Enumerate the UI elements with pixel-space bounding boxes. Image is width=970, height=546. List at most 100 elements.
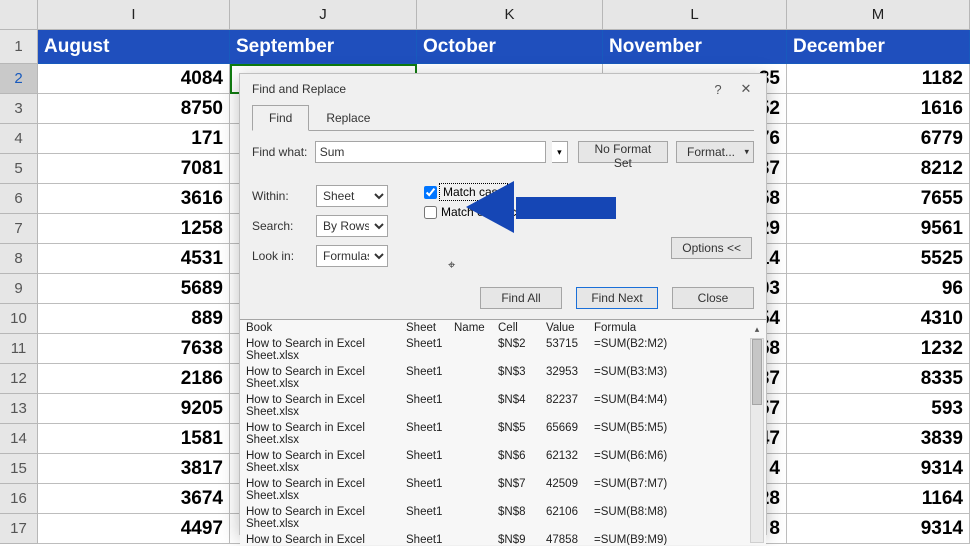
- header-cell[interactable]: December: [787, 30, 970, 64]
- within-select[interactable]: Sheet: [316, 185, 388, 207]
- within-label: Within:: [252, 189, 316, 203]
- results-row[interactable]: How to Search in Excel Sheet.xlsxSheet1$…: [240, 392, 766, 420]
- row-header[interactable]: 16: [0, 484, 38, 514]
- scrollbar-thumb[interactable]: [752, 339, 762, 405]
- row-header[interactable]: 10: [0, 304, 38, 334]
- close-icon[interactable]: ✕: [732, 81, 760, 97]
- row-header[interactable]: 12: [0, 364, 38, 394]
- dialog-titlebar[interactable]: Find and Replace ? ✕: [240, 74, 766, 104]
- cell[interactable]: 7638: [38, 334, 230, 364]
- close-button[interactable]: Close: [672, 287, 754, 309]
- cell[interactable]: 1581: [38, 424, 230, 454]
- results-row[interactable]: How to Search in Excel Sheet.xlsxSheet1$…: [240, 504, 766, 532]
- th-cell[interactable]: Cell: [498, 322, 546, 334]
- cell[interactable]: 8335: [787, 364, 970, 394]
- th-value[interactable]: Value: [546, 322, 594, 334]
- row-header[interactable]: 9: [0, 274, 38, 304]
- tab-find[interactable]: Find: [252, 105, 309, 131]
- th-book[interactable]: Book: [246, 322, 406, 334]
- cell[interactable]: 8212: [787, 154, 970, 184]
- col-header-j[interactable]: J: [230, 0, 417, 30]
- lookin-label: Look in:: [252, 249, 316, 263]
- tab-replace[interactable]: Replace: [309, 105, 387, 131]
- row-header[interactable]: 7: [0, 214, 38, 244]
- row-header[interactable]: 4: [0, 124, 38, 154]
- cell[interactable]: 96: [787, 274, 970, 304]
- cell[interactable]: 2186: [38, 364, 230, 394]
- row-header-1[interactable]: 1: [0, 30, 38, 64]
- cell[interactable]: 1616: [787, 94, 970, 124]
- row-header[interactable]: 8: [0, 244, 38, 274]
- cell[interactable]: 7655: [787, 184, 970, 214]
- cell[interactable]: 1164: [787, 484, 970, 514]
- header-cell[interactable]: August: [38, 30, 230, 64]
- row-header[interactable]: 2: [0, 64, 38, 94]
- cell[interactable]: 9314: [787, 454, 970, 484]
- header-cell[interactable]: November: [603, 30, 787, 64]
- th-formula[interactable]: Formula: [594, 322, 760, 334]
- results-cell-book: How to Search in Excel Sheet.xlsx: [246, 450, 406, 474]
- col-header-k[interactable]: K: [417, 0, 603, 30]
- cell[interactable]: 9561: [787, 214, 970, 244]
- header-cell[interactable]: October: [417, 30, 603, 64]
- results-row[interactable]: How to Search in Excel Sheet.xlsxSheet1$…: [240, 420, 766, 448]
- lookin-select[interactable]: Formulas: [316, 245, 388, 267]
- cell[interactable]: 3674: [38, 484, 230, 514]
- cell[interactable]: 3839: [787, 424, 970, 454]
- results-cell-formula: =SUM(B3:M3): [594, 366, 760, 390]
- cell[interactable]: 8750: [38, 94, 230, 124]
- cell[interactable]: 4497: [38, 514, 230, 544]
- no-format-button[interactable]: No Format Set: [578, 141, 669, 163]
- row-header[interactable]: 5: [0, 154, 38, 184]
- row-header[interactable]: 6: [0, 184, 38, 214]
- help-button[interactable]: ?: [704, 82, 732, 97]
- results-scrollbar[interactable]: [750, 338, 764, 543]
- options-button[interactable]: Options <<: [671, 237, 752, 259]
- select-all-corner[interactable]: [0, 0, 38, 30]
- results-row[interactable]: How to Search in Excel Sheet.xlsxSheet1$…: [240, 532, 766, 545]
- cell[interactable]: 1182: [787, 64, 970, 94]
- match-entire-checkbox[interactable]: [424, 206, 437, 219]
- col-header-m[interactable]: M: [787, 0, 970, 30]
- results-row[interactable]: How to Search in Excel Sheet.xlsxSheet1$…: [240, 336, 766, 364]
- row-header[interactable]: 13: [0, 394, 38, 424]
- col-header-i[interactable]: I: [38, 0, 230, 30]
- cell[interactable]: 4310: [787, 304, 970, 334]
- cell[interactable]: 1232: [787, 334, 970, 364]
- match-case-checkbox[interactable]: [424, 186, 437, 199]
- cell[interactable]: 3817: [38, 454, 230, 484]
- cell[interactable]: 9205: [38, 394, 230, 424]
- col-header-l[interactable]: L: [603, 0, 787, 30]
- row-header[interactable]: 15: [0, 454, 38, 484]
- format-button[interactable]: Format...: [676, 141, 754, 163]
- cell[interactable]: 9314: [787, 514, 970, 544]
- row-header[interactable]: 14: [0, 424, 38, 454]
- cell[interactable]: 889: [38, 304, 230, 334]
- find-next-button[interactable]: Find Next: [576, 287, 658, 309]
- cell[interactable]: 4084: [38, 64, 230, 94]
- cell[interactable]: 6779: [787, 124, 970, 154]
- row-header[interactable]: 3: [0, 94, 38, 124]
- cell[interactable]: 7081: [38, 154, 230, 184]
- row-header[interactable]: 17: [0, 514, 38, 544]
- th-name[interactable]: Name: [454, 322, 498, 334]
- cell[interactable]: 5525: [787, 244, 970, 274]
- results-cell-formula: =SUM(B4:M4): [594, 394, 760, 418]
- cell[interactable]: 4531: [38, 244, 230, 274]
- results-row[interactable]: How to Search in Excel Sheet.xlsxSheet1$…: [240, 448, 766, 476]
- cell[interactable]: 593: [787, 394, 970, 424]
- header-cell[interactable]: September: [230, 30, 417, 64]
- chevron-down-icon[interactable]: ▾: [552, 141, 568, 163]
- results-row[interactable]: How to Search in Excel Sheet.xlsxSheet1$…: [240, 476, 766, 504]
- row-header[interactable]: 11: [0, 334, 38, 364]
- cell[interactable]: 171: [38, 124, 230, 154]
- cell[interactable]: 3616: [38, 184, 230, 214]
- scroll-up-icon[interactable]: ▴: [750, 322, 764, 336]
- find-what-input[interactable]: [315, 141, 546, 163]
- cell[interactable]: 1258: [38, 214, 230, 244]
- search-select[interactable]: By Rows: [316, 215, 388, 237]
- find-all-button[interactable]: Find All: [480, 287, 562, 309]
- cell[interactable]: 5689: [38, 274, 230, 304]
- results-row[interactable]: How to Search in Excel Sheet.xlsxSheet1$…: [240, 364, 766, 392]
- th-sheet[interactable]: Sheet: [406, 322, 454, 334]
